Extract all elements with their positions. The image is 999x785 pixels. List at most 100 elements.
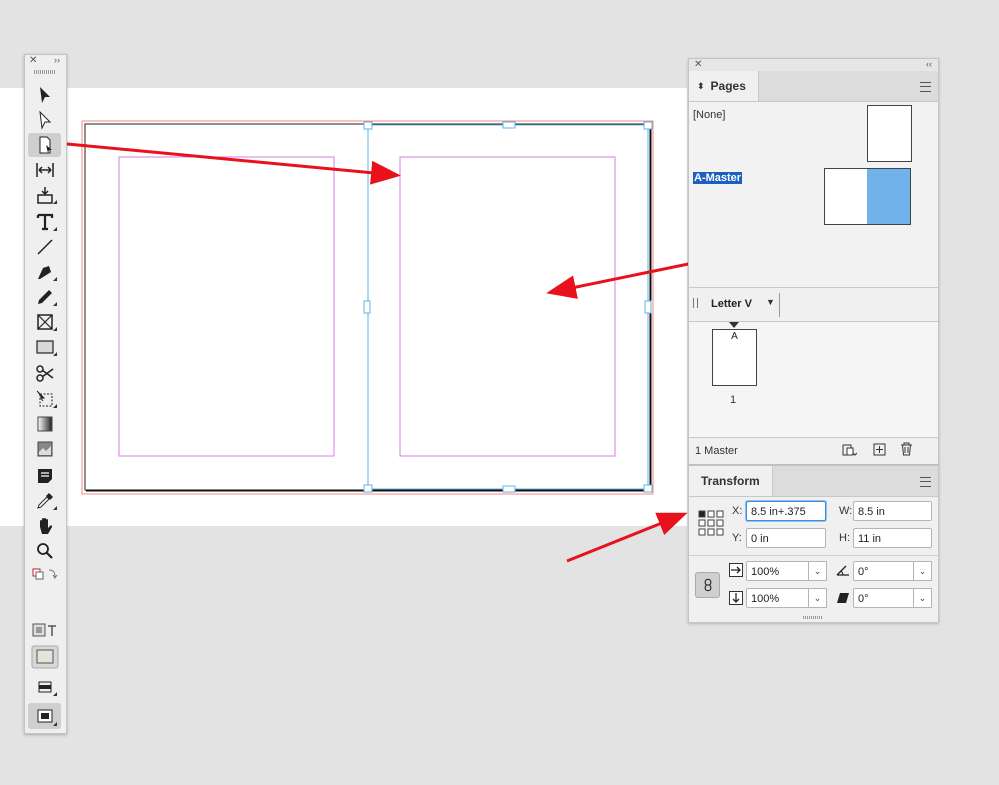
panel-menu-icon[interactable] xyxy=(920,82,931,92)
page-size-label[interactable]: Letter V xyxy=(711,298,752,310)
content-collector-icon xyxy=(36,187,53,204)
chevron-down-icon: ⌄ xyxy=(813,565,822,576)
shear-dropdown[interactable]: ⌄ xyxy=(914,588,932,608)
panel-menu-icon[interactable] xyxy=(920,477,931,487)
chevron-down-icon: ⌄ xyxy=(813,592,822,603)
reference-point-icon[interactable] xyxy=(698,510,724,536)
fill-stroke-swatch[interactable] xyxy=(28,643,61,671)
h-label: H: xyxy=(839,532,850,544)
screen-mode-icon xyxy=(37,709,52,723)
content-collector-tool[interactable] xyxy=(28,183,61,207)
selection-arrow-icon xyxy=(39,87,50,103)
type-tool[interactable] xyxy=(28,210,61,234)
hand-tool[interactable] xyxy=(28,514,61,538)
constrain-proportions-button[interactable] xyxy=(695,572,720,598)
pages-tab-label: Pages xyxy=(710,79,746,93)
panel-resize-grip[interactable] xyxy=(803,616,823,619)
tab-transform[interactable]: Transform xyxy=(689,466,773,496)
fill-stroke-icon xyxy=(31,645,58,669)
zoom-tool[interactable] xyxy=(28,539,61,563)
scale-x-icon xyxy=(729,563,743,577)
rotation-angle-icon xyxy=(836,565,849,576)
gradient-icon xyxy=(37,416,52,432)
h-input[interactable]: 11 in xyxy=(853,528,932,548)
sort-arrows-icon: ⬍ xyxy=(697,80,705,91)
apply-color-tool[interactable] xyxy=(28,675,61,699)
collapse-icon[interactable]: ‹‹ xyxy=(926,59,932,69)
page-number: 1 xyxy=(730,394,737,406)
rectangle-tool[interactable] xyxy=(28,335,61,359)
swap-fill-stroke[interactable] xyxy=(28,565,61,583)
chevron-down-icon: ⌄ xyxy=(918,565,927,576)
a-master-right-thumbnail[interactable] xyxy=(867,168,911,225)
direct-selection-tool[interactable] xyxy=(28,108,61,132)
pen-icon xyxy=(37,266,51,279)
note-tool[interactable] xyxy=(28,464,61,488)
a-master-label[interactable]: A-Master xyxy=(693,172,743,184)
screen-mode-button[interactable] xyxy=(28,703,61,729)
gap-tool[interactable] xyxy=(28,158,61,182)
direct-selection-arrow-icon xyxy=(38,110,51,130)
page-size-bar: Letter V ▼ xyxy=(689,290,938,320)
formatting-container-text[interactable] xyxy=(28,620,61,640)
zoom-icon xyxy=(36,543,53,559)
pen-tool[interactable] xyxy=(28,260,61,284)
scale-y-icon xyxy=(729,591,743,605)
panel-grip[interactable] xyxy=(34,70,56,74)
y-input[interactable]: 0 in xyxy=(746,528,826,548)
drag-handle-icon xyxy=(693,298,698,308)
scale-x-dropdown[interactable]: ⌄ xyxy=(809,561,827,581)
hand-icon xyxy=(39,518,52,534)
w-input[interactable]: 8.5 in xyxy=(853,501,932,521)
w-label: W: xyxy=(839,505,853,517)
none-master-thumbnail[interactable] xyxy=(867,105,912,162)
gradient-swatch-tool[interactable] xyxy=(28,412,61,436)
rotation-input[interactable]: 0° xyxy=(853,561,914,581)
scale-y-input[interactable]: 100% xyxy=(746,588,809,608)
pencil-tool[interactable] xyxy=(28,285,61,309)
close-icon[interactable]: ✕ xyxy=(29,55,37,66)
tools-panel: ✕ ›› xyxy=(24,54,67,734)
page-tool[interactable] xyxy=(28,133,61,157)
rectangle-frame-tool[interactable] xyxy=(28,310,61,334)
scale-y-dropdown[interactable]: ⌄ xyxy=(809,588,827,608)
scissors-tool[interactable] xyxy=(28,362,61,386)
close-icon[interactable]: ✕ xyxy=(694,59,702,70)
gradient-feather-icon xyxy=(37,441,52,457)
line-icon xyxy=(36,239,53,255)
container-text-icon xyxy=(32,623,56,637)
edit-page-size-icon[interactable] xyxy=(841,443,857,457)
page-master-prefix: A xyxy=(731,331,738,342)
x-input[interactable]: 8.5 in+.375 xyxy=(746,501,826,521)
swap-colors-icon xyxy=(32,568,57,580)
gap-tool-icon xyxy=(35,163,54,177)
pages-panel: ✕ ‹‹ ⬍ Pages [None] A-Master Letter V ▼ … xyxy=(688,58,939,465)
page-1-thumbnail[interactable]: A xyxy=(712,329,757,386)
eyedropper-tool[interactable] xyxy=(28,489,61,513)
scale-x-input[interactable]: 100% xyxy=(746,561,809,581)
master-count: 1 Master xyxy=(695,445,738,457)
right-page[interactable] xyxy=(367,123,651,491)
shear-input[interactable]: 0° xyxy=(853,588,914,608)
gradient-feather-tool[interactable] xyxy=(28,437,61,461)
eyedropper-icon xyxy=(36,493,53,509)
tab-pages[interactable]: ⬍ Pages xyxy=(689,71,759,101)
a-master-left-thumbnail[interactable] xyxy=(824,168,869,225)
page-tool-icon xyxy=(39,136,52,154)
rectangle-icon xyxy=(35,340,54,354)
left-page[interactable] xyxy=(84,123,369,491)
none-master-label[interactable]: [None] xyxy=(693,109,725,121)
chain-link-icon xyxy=(704,578,711,592)
masters-section: [None] A-Master xyxy=(689,102,938,287)
trash-icon[interactable] xyxy=(900,442,913,456)
chevron-down-icon[interactable]: ▼ xyxy=(766,297,775,307)
selection-tool[interactable] xyxy=(28,83,61,107)
line-tool[interactable] xyxy=(28,235,61,259)
free-transform-tool[interactable] xyxy=(28,387,61,411)
x-label: X: xyxy=(732,505,743,517)
rotation-dropdown[interactable]: ⌄ xyxy=(914,561,932,581)
free-transform-icon xyxy=(36,390,52,407)
new-page-icon[interactable] xyxy=(873,443,886,456)
collapse-icon[interactable]: ›› xyxy=(54,55,60,65)
transform-panel: Transform X: 8.5 in+.375 W: 8.5 in Y: 0 … xyxy=(688,465,939,623)
